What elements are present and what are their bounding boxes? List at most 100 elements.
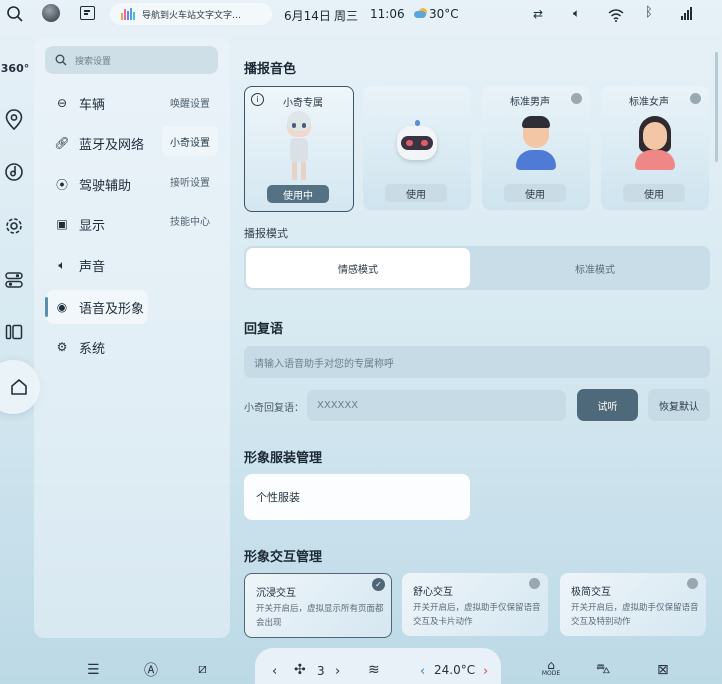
audio-bars-icon <box>121 8 135 20</box>
voice-card-name: 标准男声 <box>510 97 550 108</box>
voice-use-button[interactable]: 使用 <box>385 184 447 202</box>
defrost-icon[interactable]: ⊠ <box>657 659 669 681</box>
menu-item-system[interactable]: ⚙︎ 系统 <box>46 330 148 364</box>
car-outline-icon[interactable]: ⛍ <box>596 659 610 681</box>
status-bar: 导航到火车站文字文字… 6月14日 周三 11:06 30°C ⇄ 🔈︎ ᛒ <box>0 0 722 28</box>
sub-item-wakeup[interactable]: 唤醒设置 <box>162 87 218 117</box>
outfit-item-label: 个性服装 <box>256 491 300 504</box>
apps-icon[interactable] <box>2 320 26 344</box>
reply-placeholder: XXXXXX <box>317 400 359 411</box>
check-icon: ✓ <box>372 578 385 591</box>
signal-icon <box>681 7 692 20</box>
usb-icon: ⇄ <box>533 7 544 21</box>
seat-heat-icon[interactable]: ≋ <box>368 659 380 681</box>
menu-item-label: 系统 <box>79 341 106 357</box>
broadcast-mode-title: 播报模式 <box>244 227 288 240</box>
outfit-item[interactable]: 个性服装 <box>244 474 470 520</box>
home-icon <box>11 379 27 395</box>
voice-card-robot[interactable]: 使用 <box>363 86 471 210</box>
auto-mode-icon[interactable]: Ⓐ <box>144 659 158 681</box>
reply-title: 回复语 <box>244 322 284 337</box>
radio-indicator <box>571 93 582 104</box>
voice-use-button[interactable]: 使用 <box>623 184 685 202</box>
mode-option-emotional[interactable]: 情感模式 <box>246 248 470 288</box>
menu-item-vehicle[interactable]: ⊖ 车辆 <box>46 86 148 120</box>
male-avatar-image <box>514 116 558 170</box>
media-pill[interactable]: 导航到火车站文字文字… <box>110 3 272 25</box>
interaction-card-comfort[interactable]: 舒心交互 开关开启后，虚拟助手仅保留语音交互及卡片动作 <box>402 573 548 636</box>
voice-card-name: 小奇专属 <box>283 98 323 109</box>
menu-item-bluetooth-network[interactable]: 🔗︎ 蓝牙及网络 <box>46 126 148 160</box>
status-date: 6月14日 <box>284 9 331 23</box>
toggle-controls-icon[interactable] <box>2 268 26 292</box>
mode-label: MODE <box>541 670 561 677</box>
avatar[interactable] <box>42 4 60 22</box>
mode-icon[interactable]: ⌂ MODE <box>539 658 563 682</box>
mode-option-standard[interactable]: 标准模式 <box>482 248 708 288</box>
sub-item-skills[interactable]: 技能中心 <box>162 205 218 235</box>
listen-button[interactable]: 试听 <box>577 389 638 421</box>
menu-item-label: 驾驶辅助 <box>79 178 132 194</box>
settings-gear-icon[interactable] <box>2 214 26 238</box>
headlight-icon[interactable]: ☰ <box>87 659 100 681</box>
drive-assist-icon: ⦿ <box>55 177 68 192</box>
radio-indicator <box>529 578 540 589</box>
interaction-card-immersive[interactable]: 沉浸交互 开关开启后，虚拟显示所有页面都会出现 ✓ <box>244 573 392 638</box>
voice-card-xiaoqi[interactable]: i 小奇专属 使用中 <box>244 86 354 212</box>
search-icon[interactable] <box>6 5 24 23</box>
wiper-icon[interactable]: ⧄ <box>198 658 207 680</box>
speaker-icon: 🔈︎ <box>58 257 66 272</box>
radio-indicator <box>687 578 698 589</box>
fan-decrease-icon[interactable]: ‹ <box>272 660 277 682</box>
message-icon[interactable] <box>80 6 95 20</box>
voice-icon: ◉ <box>56 300 68 314</box>
broadcast-mode-segmented: 情感模式 标准模式 <box>244 246 710 290</box>
search-input[interactable]: 搜索设置 <box>75 54 111 67</box>
voice-use-button[interactable]: 使用 <box>504 184 566 202</box>
interaction-card-minimal[interactable]: 极简交互 开关开启后，虚拟助手仅保留语音交互及特别动作 <box>560 573 706 636</box>
voice-card-name: 标准女声 <box>629 97 669 108</box>
sub-item-xiaoqi[interactable]: 小奇设置 <box>162 126 218 156</box>
menu-item-label: 显示 <box>79 218 106 234</box>
gear-icon: ⚙︎ <box>56 340 68 354</box>
outfit-title: 形象服装管理 <box>244 451 323 466</box>
nickname-placeholder: 请输入语音助手对您的专属称呼 <box>254 358 394 370</box>
volume-icon[interactable]: 🔈︎ <box>573 6 580 21</box>
temp-decrease-icon[interactable]: ‹ <box>420 660 425 682</box>
menu-item-drive-assist[interactable]: ⦿ 驾驶辅助 <box>46 167 148 201</box>
navigation-pin-icon[interactable] <box>2 108 26 132</box>
menu-item-sound[interactable]: 🔈︎ 声音 <box>46 248 148 282</box>
search-icon <box>55 54 67 66</box>
voice-use-button[interactable]: 使用中 <box>267 185 329 203</box>
scrollbar[interactable] <box>715 52 718 162</box>
interaction-card-desc: 开关开启后，虚拟助手仅保留语音交互及特别动作 <box>571 603 699 627</box>
fan-level: 3 <box>317 664 325 678</box>
sub-item-answer[interactable]: 接听设置 <box>162 166 218 196</box>
interaction-card-title: 舒心交互 <box>413 587 453 598</box>
reply-input[interactable]: XXXXXX <box>307 390 566 421</box>
settings-search[interactable]: 搜索设置 <box>45 46 218 74</box>
nickname-input[interactable]: 请输入语音助手对您的专属称呼 <box>244 346 710 378</box>
status-time: 11:06 <box>370 7 405 21</box>
ac-temperature: 24.0°C <box>434 663 476 677</box>
interaction-card-title: 极简交互 <box>571 587 611 598</box>
female-avatar-image <box>633 116 677 170</box>
fan-increase-icon[interactable]: › <box>335 660 340 682</box>
restore-default-button[interactable]: 恢复默认 <box>648 389 710 421</box>
interaction-card-title: 沉浸交互 <box>256 588 296 599</box>
view-360-icon[interactable]: 360° <box>0 56 30 80</box>
bluetooth-icon: ᛒ <box>645 5 653 20</box>
radio-indicator <box>690 93 701 104</box>
fan-icon: ✣ <box>294 662 306 678</box>
interaction-title: 形象交互管理 <box>244 550 323 565</box>
menu-item-display[interactable]: ▣ 显示 <box>46 207 148 241</box>
status-temperature: 30°C <box>429 7 459 21</box>
menu-item-voice-avatar[interactable]: ◉ 语音及形象 <box>45 290 148 324</box>
wifi-icon <box>608 7 624 26</box>
temp-increase-icon[interactable]: › <box>483 660 488 682</box>
music-icon[interactable] <box>2 160 26 184</box>
reply-label: 小奇回复语： <box>244 403 304 414</box>
voice-card-standard-male[interactable]: 标准男声 使用 <box>482 86 590 210</box>
robot-avatar-image <box>392 120 442 166</box>
voice-card-standard-female[interactable]: 标准女声 使用 <box>601 86 709 210</box>
